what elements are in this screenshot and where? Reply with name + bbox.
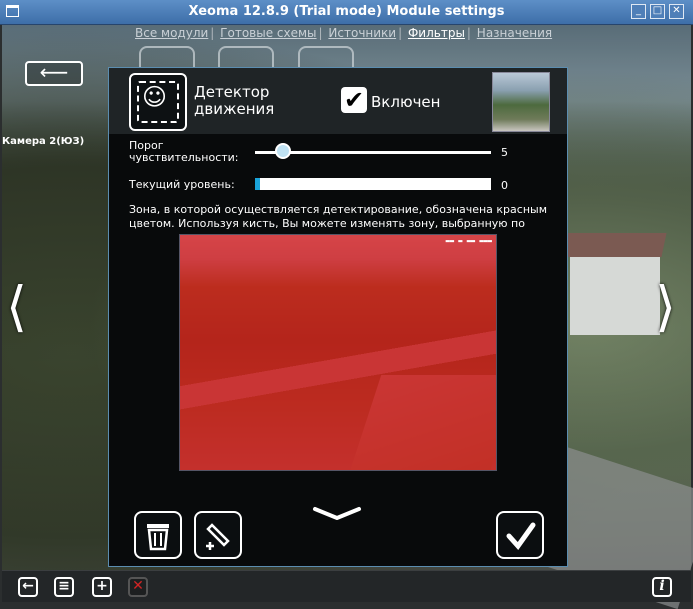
tab-all-modules[interactable]: Все модули <box>135 26 208 40</box>
bottom-toolbar: ← ≡ + ✕ i <box>2 570 691 602</box>
sensitivity-slider-handle[interactable] <box>275 143 291 159</box>
window-title: Xeoma 12.8.9 (Trial mode) Module setting… <box>188 4 505 19</box>
current-level-label: Текущий уровень: <box>129 178 235 191</box>
confirm-button[interactable] <box>496 511 544 559</box>
motion-detector-icon: ☺ <box>129 73 187 131</box>
detection-zone-canvas[interactable]: ▬▬ ▬ ▬▬ ▬▬▬ <box>179 234 497 471</box>
chevron-down-icon[interactable] <box>312 506 362 520</box>
filter-title: Детектор движения <box>194 83 275 118</box>
checkmark-icon <box>506 522 536 550</box>
tab-ready-schemes[interactable]: Готовые схемы <box>220 26 316 40</box>
back-arrow-icon[interactable]: ← <box>18 577 38 597</box>
back-button[interactable]: ⟵ <box>25 61 83 86</box>
trash-icon <box>147 524 169 551</box>
sensitivity-value: 5 <box>501 146 508 159</box>
tab-sources[interactable]: Источники <box>328 26 396 40</box>
zone-red-mask <box>180 235 496 470</box>
motion-detector-dialog: ☺ Детектор движения ✔ Включен Порог чувс… <box>108 67 568 567</box>
close-button[interactable]: ✕ <box>669 4 684 19</box>
list-icon[interactable]: ≡ <box>54 577 74 597</box>
current-level-value: 0 <box>501 179 508 192</box>
enabled-checkbox[interactable]: ✔ <box>341 87 367 113</box>
back-arrow-icon: ⟵ <box>39 60 69 84</box>
camera-timestamp: ▬▬ ▬ ▬▬ ▬▬▬ <box>445 237 492 245</box>
module-tabs: Все модули | Готовые схемы | Источники | Фи… <box>135 26 553 40</box>
sensitivity-label: Порог чувствительности: <box>129 139 239 164</box>
camera-preview-thumbnail <box>492 72 550 132</box>
chevron-right-icon[interactable]: ⟩ <box>655 280 676 334</box>
scene-house <box>570 255 660 335</box>
delete-button[interactable] <box>134 511 182 559</box>
chevron-left-icon[interactable]: ⟨ <box>6 280 27 334</box>
window-titlebar: Xeoma 12.8.9 (Trial mode) Module setting… <box>0 0 693 25</box>
tab-destinations[interactable]: Назначения <box>477 26 552 40</box>
current-level-bar <box>255 178 491 190</box>
tab-filters[interactable]: Фильтры <box>408 26 465 40</box>
current-level-fill <box>255 178 260 190</box>
maximize-button[interactable]: □ <box>650 4 665 19</box>
minimize-button[interactable]: _ <box>631 4 646 19</box>
camera-label: Камера 2(ЮЗ) <box>2 136 85 147</box>
info-icon[interactable]: i <box>652 577 672 597</box>
dialog-header: ☺ Детектор движения ✔ Включен <box>109 68 567 134</box>
delete-icon[interactable]: ✕ <box>128 577 148 597</box>
add-icon[interactable]: + <box>92 577 112 597</box>
settings-button[interactable] <box>194 511 242 559</box>
enabled-label: Включен <box>371 93 441 111</box>
wrench-add-icon <box>206 523 230 550</box>
zone-description: Зона, в которой осуществляется детектиро… <box>129 203 547 230</box>
